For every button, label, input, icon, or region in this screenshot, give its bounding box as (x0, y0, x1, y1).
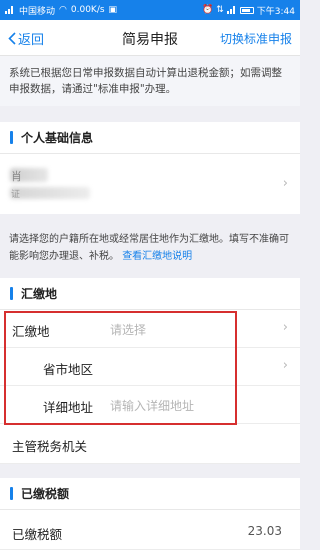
address-input[interactable]: 请输入详细地址 (110, 397, 194, 414)
remit-label: 汇缴地 (12, 324, 50, 339)
status-bar: 中国移动 ◠ 0.00K/s ▣ ⏰ ⇅ 下午3:44 (0, 0, 300, 20)
view-remit-explanation-link[interactable]: 查看汇缴地说明 (122, 251, 192, 262)
alarm-icon: ⏰ (202, 5, 214, 15)
region-select[interactable]: 省市地区 › (0, 348, 300, 386)
section-marker (10, 131, 13, 144)
section-header-remit: 汇缴地 (0, 278, 300, 310)
back-button[interactable]: 返回 (8, 29, 44, 48)
notice-text: 系统已根据您日常申报数据自动计算出退税金额；如需调整申报数据，请通过"标准申报"… (0, 56, 300, 106)
tax-office-row[interactable]: 主管税务机关 (0, 424, 300, 464)
id-redacted (10, 187, 90, 199)
paid-tax-label: 已缴税额 (12, 527, 63, 542)
paid-tax-row: 已缴税额 23.03 (0, 510, 300, 550)
remit-placeholder: 请选择 (110, 323, 147, 337)
tax-office-label: 主管税务机关 (12, 439, 88, 454)
chevron-right-icon: › (282, 358, 288, 373)
spacer (0, 106, 300, 122)
chevron-left-icon (8, 32, 16, 45)
location-note: 请选择您的户籍所在地或经常居住地作为汇缴地。填写不准确可能影响您办理退、补税。 … (0, 226, 300, 270)
paid-tax-value: 23.03 (247, 524, 282, 538)
network-speed: 0.00K/s (70, 5, 105, 15)
carrier-name: 中国移动 (19, 6, 56, 17)
address-label: 详细地址 (43, 400, 94, 415)
spacer (0, 270, 300, 278)
section-header-paid: 已缴税额 (0, 478, 300, 510)
section-marker (10, 487, 13, 500)
section-title: 汇缴地 (21, 287, 58, 301)
id-partial: 证 (11, 190, 21, 200)
switch-standard-button[interactable]: 切换标准申报 (220, 30, 292, 47)
battery-icon (239, 6, 254, 14)
nav-bar: 返回 简易申报 切换标准申报 (0, 20, 300, 56)
wifi-icon: ◠ (59, 5, 67, 15)
mobile-data-icon: ⇅ (216, 5, 224, 15)
spacer (0, 464, 300, 478)
section-header-personal: 个人基础信息 (0, 122, 300, 154)
remit-location-select[interactable]: 汇缴地 请选择 › (0, 310, 300, 348)
image-icon: ▣ (108, 5, 118, 15)
signal-icon (5, 6, 15, 14)
status-time: 下午3:44 (256, 6, 295, 17)
section-marker (10, 287, 13, 300)
chevron-right-icon: › (282, 320, 288, 335)
personal-info-row[interactable]: 肖 证 › (0, 154, 300, 214)
region-label: 省市地区 (43, 362, 94, 377)
address-field[interactable]: 详细地址 请输入详细地址 (0, 386, 300, 424)
back-label: 返回 (18, 33, 45, 48)
chevron-right-icon: › (282, 176, 288, 191)
signal-strength-icon (226, 6, 237, 14)
name-partial: 肖 (11, 170, 22, 183)
section-title: 个人基础信息 (21, 131, 94, 145)
section-title: 已缴税额 (21, 487, 70, 501)
